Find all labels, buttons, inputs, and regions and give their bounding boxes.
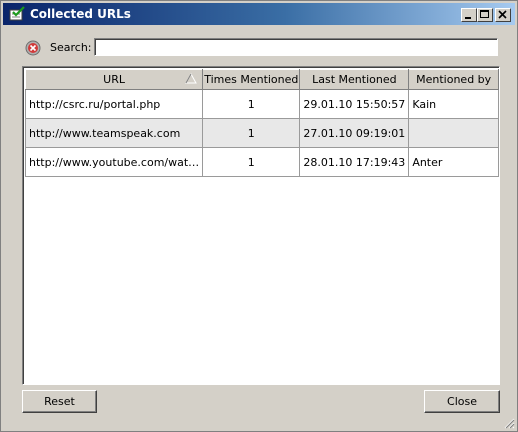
close-window-button[interactable]: [495, 8, 511, 22]
close-button[interactable]: Close: [424, 390, 500, 413]
collected-urls-window: Collected URLs Search: URL Times Mention…: [0, 0, 518, 432]
mentioned-by-cell[interactable]: [408, 118, 499, 148]
column-header-label: Times Mentioned: [204, 73, 299, 86]
maximize-button[interactable]: [477, 8, 493, 22]
table-row[interactable]: http://www.youtube.com/wat… 1 28.01.10 1…: [24, 147, 499, 177]
urls-table-frame: URL Times Mentioned Last Mentioned Menti…: [22, 66, 500, 385]
column-header-label: URL: [103, 73, 125, 86]
maximize-icon: [480, 10, 489, 18]
column-header-last-mentioned[interactable]: Last Mentioned: [299, 69, 410, 90]
column-header-mentioned-by[interactable]: Mentioned by: [408, 69, 499, 90]
times-mentioned-cell[interactable]: 1: [202, 147, 301, 177]
minimize-button[interactable]: [461, 8, 477, 22]
sort-ascending-icon: [185, 73, 198, 84]
url-cell[interactable]: http://www.teamspeak.com: [24, 118, 204, 148]
column-header-url[interactable]: URL: [24, 69, 204, 90]
url-cell[interactable]: http://csrc.ru/portal.php: [24, 89, 204, 119]
url-cell[interactable]: http://www.youtube.com/wat…: [24, 147, 204, 177]
urls-table: URL Times Mentioned Last Mentioned Menti…: [24, 69, 499, 177]
mentioned-by-cell[interactable]: Anter: [408, 147, 499, 177]
close-icon: [498, 10, 507, 19]
table-row[interactable]: http://csrc.ru/portal.php 1 29.01.10 15:…: [24, 89, 499, 119]
window-title: Collected URLs: [30, 7, 131, 21]
table-row[interactable]: http://www.teamspeak.com 1 27.01.10 09:1…: [24, 118, 499, 148]
resize-grip-icon[interactable]: [503, 417, 515, 429]
column-header-label: Last Mentioned: [312, 73, 397, 86]
times-mentioned-cell[interactable]: 1: [202, 118, 301, 148]
search-input[interactable]: [94, 38, 498, 56]
search-label: Search:: [50, 41, 92, 54]
clear-search-icon[interactable]: [25, 40, 41, 56]
minimize-icon: [465, 17, 471, 19]
table-header-row: URL Times Mentioned Last Mentioned Menti…: [24, 69, 499, 90]
url-list-check-icon: [9, 6, 25, 21]
reset-button[interactable]: Reset: [22, 390, 97, 413]
last-mentioned-cell[interactable]: 27.01.10 09:19:01: [299, 118, 410, 148]
last-mentioned-cell[interactable]: 28.01.10 17:19:43: [299, 147, 410, 177]
times-mentioned-cell[interactable]: 1: [202, 89, 301, 119]
column-header-label: Mentioned by: [416, 73, 492, 86]
last-mentioned-cell[interactable]: 29.01.10 15:50:57: [299, 89, 410, 119]
column-header-times-mentioned[interactable]: Times Mentioned: [202, 69, 301, 90]
mentioned-by-cell[interactable]: Kain: [408, 89, 499, 119]
title-bar[interactable]: Collected URLs: [3, 3, 515, 25]
